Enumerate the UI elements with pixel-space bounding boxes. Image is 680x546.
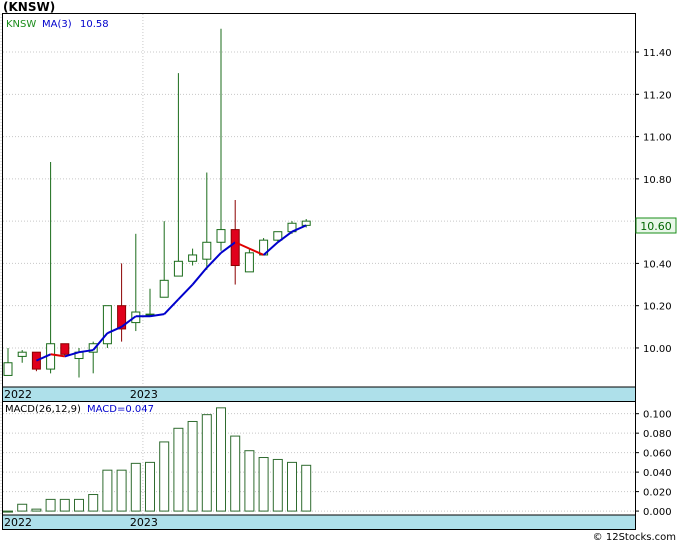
- macd-x-tick-label: 2022: [4, 516, 32, 529]
- legend-ticker: KNSW: [6, 19, 36, 30]
- macd-y-tick-label: 0.060: [643, 449, 672, 460]
- macd-bar: [74, 498, 84, 512]
- macd-bar: [17, 503, 28, 512]
- macd-bar: [187, 420, 198, 512]
- price-date-band: [3, 387, 635, 401]
- macd-date-band: [3, 515, 635, 529]
- candle-body: [3, 362, 13, 376]
- macd-bar: [258, 457, 269, 512]
- candle-body: [173, 260, 183, 277]
- macd-y-tick-label: 0.000: [643, 507, 672, 518]
- candle-body: [60, 343, 70, 355]
- macd-bar: [45, 498, 56, 512]
- macd-bar: [31, 508, 42, 512]
- macd-bar: [287, 461, 297, 512]
- stock-chart: 10.00 10.20 10.40 10.60 10.80 11.00 11.20 11.40…: [0, 13, 677, 530]
- macd-bar: [88, 494, 99, 512]
- price-y-tick-label: 10.40: [643, 259, 672, 270]
- price-y-tick-label: 11.00: [643, 133, 672, 144]
- candle-body: [202, 241, 212, 260]
- macd-bar: [59, 498, 70, 512]
- macd-bar: [272, 458, 283, 512]
- candle-body: [188, 254, 198, 262]
- macd-bar: [244, 450, 255, 512]
- macd-bar: [116, 469, 127, 512]
- ma-line-segment: [191, 266, 208, 286]
- macd-bar: [216, 407, 226, 512]
- candle-body: [159, 279, 169, 298]
- macd-y-tick-label: 0.040: [643, 468, 672, 479]
- candle-body: [216, 229, 226, 243]
- macd-bar: [3, 510, 13, 513]
- price-y-tick-label: 10.80: [643, 175, 672, 186]
- price-y-tick-label: 10.00: [643, 344, 672, 355]
- candle-body: [273, 231, 283, 241]
- last-price-label: 10.60: [640, 220, 672, 233]
- macd-y-tick-label: 0.080: [643, 429, 672, 440]
- macd-bar: [145, 461, 155, 512]
- price-x-tick-label: 2023: [130, 388, 158, 401]
- macd-bar: [173, 427, 184, 512]
- macd-x-tick-label: 2023: [130, 516, 158, 529]
- candle-body: [17, 351, 27, 357]
- ma-line-segment: [163, 298, 180, 315]
- macd-bar: [230, 435, 241, 512]
- legend-ma-label: MA(3): [42, 19, 72, 30]
- legend-ma-value: 10.58: [80, 19, 109, 30]
- macd-bar: [301, 464, 312, 512]
- price-x-tick-label: 2022: [4, 388, 32, 401]
- price-y-tick-label: 11.20: [643, 90, 672, 101]
- macd-legend-value: MACD=0.047: [87, 404, 154, 415]
- footer-credit: © 12Stocks.com: [592, 532, 676, 543]
- macd-legend-label: MACD(26,12,9): [5, 404, 81, 415]
- macd-y-tick-label: 0.020: [643, 488, 672, 499]
- ma-line-segment: [177, 283, 194, 301]
- price-y-tick-label: 10.20: [643, 302, 672, 313]
- candle-body: [230, 229, 240, 267]
- macd-bar: [102, 469, 113, 512]
- macd-y-tick-label: 0.100: [643, 410, 672, 421]
- macd-bar: [159, 441, 170, 512]
- macd-bar: [130, 462, 141, 512]
- macd-bar: [201, 414, 212, 512]
- price-y-tick-label: 11.40: [643, 48, 672, 59]
- candle-body: [301, 220, 311, 226]
- candle-body: [244, 252, 254, 273]
